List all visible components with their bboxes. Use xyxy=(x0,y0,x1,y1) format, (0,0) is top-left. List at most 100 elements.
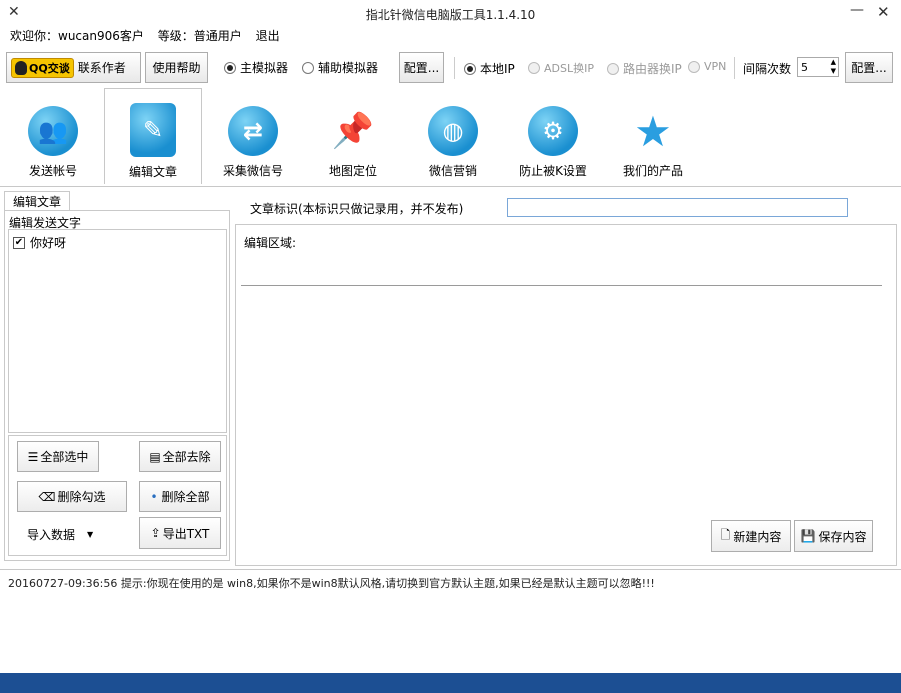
delete-all-button[interactable]: • 删除全部 xyxy=(139,481,221,512)
tab-edit-article[interactable]: ✎ 编辑文章 xyxy=(104,88,202,184)
gears-icon: ⚙ xyxy=(528,106,578,156)
remove-all-label: 全部去除 xyxy=(162,450,211,464)
contact-author-button[interactable]: QQ交谈 联系作者 xyxy=(6,52,141,83)
tab-our-products[interactable]: ★ 我们的产品 xyxy=(604,94,702,184)
left-panel: 编辑发送文字 ✔ 你好呀 ☰ 全部选中 ▤ 全部去除 ⌫ 删除勾选 • 删除全部 导入数… xyxy=(4,210,230,561)
new-content-button[interactable]: 🗋 新建内容 xyxy=(711,520,791,552)
taskbar xyxy=(0,673,901,693)
tab-anti-ban[interactable]: ⚙ 防止被K设置 xyxy=(504,94,602,184)
left-tab-edit-article[interactable]: 编辑文章 xyxy=(4,191,70,211)
qq-chat-icon: QQ交谈 xyxy=(11,57,74,78)
welcome-text: 欢迎你：wucan906客户 xyxy=(10,29,144,43)
info-bar: 欢迎你：wucan906客户 等级：普通用户 退出 xyxy=(10,27,290,44)
tab-label: 编辑文章 xyxy=(128,165,177,179)
local-ip-label: 本地IP xyxy=(480,62,515,76)
save-icon: 💾 xyxy=(800,529,816,543)
tab-label: 采集微信号 xyxy=(222,164,283,178)
tab-collect-wechat[interactable]: ⇄ 采集微信号 xyxy=(204,94,302,184)
tab-label: 发送帐号 xyxy=(28,164,77,178)
edit-area-label: 编辑区域: xyxy=(244,236,297,250)
router-ip-radio[interactable]: 路由器换IP xyxy=(607,60,682,77)
list-item-label: 你好呀 xyxy=(30,236,67,250)
new-file-icon: 🗋 xyxy=(720,527,731,542)
tab-wechat-marketing[interactable]: ◍ 微信营销 xyxy=(404,94,502,184)
export-txt-button[interactable]: ⇪ 导出TXT xyxy=(139,517,221,549)
import-dropdown[interactable]: 导入数据 ▼ xyxy=(27,526,93,543)
delete-checked-label: 删除勾选 xyxy=(57,490,106,504)
nav-tabbar: 👥 发送帐号 ✎ 编辑文章 ⇄ 采集微信号 📌 地图定位 ◍ 微信营销 ⚙ 防止… xyxy=(4,88,897,186)
delete-all-label: 删除全部 xyxy=(161,490,210,504)
radio-disabled-icon xyxy=(528,62,540,74)
select-all-button[interactable]: ☰ 全部选中 xyxy=(17,441,99,472)
interval-label: 间隔次数 xyxy=(743,62,792,76)
users-icon: 👥 xyxy=(28,106,78,156)
tab-label: 我们的产品 xyxy=(622,164,683,178)
new-content-label: 新建内容 xyxy=(733,529,782,544)
tab-map-location[interactable]: 📌 地图定位 xyxy=(304,94,402,184)
contact-label: 联系作者 xyxy=(77,61,126,75)
router-ip-label: 路由器换IP xyxy=(623,62,682,76)
status-divider xyxy=(0,569,901,570)
clear-icon: ▤ xyxy=(149,449,161,464)
select-all-icon: ☰ xyxy=(27,449,39,464)
export-label: 导出TXT xyxy=(162,526,210,541)
radio-disabled-icon xyxy=(607,62,619,75)
edit-icon: ✎ xyxy=(130,103,176,157)
local-ip-radio[interactable]: 本地IP xyxy=(464,60,515,77)
bullet-icon: • xyxy=(150,489,158,504)
edit-panel: 编辑区域: 🗋 新建内容 💾 保存内容 xyxy=(235,224,897,566)
simulator-config-button[interactable]: 配置... xyxy=(399,52,444,83)
edit-area[interactable] xyxy=(241,285,882,513)
vpn-label: VPN xyxy=(704,60,727,73)
tab-divider xyxy=(0,186,901,187)
article-tag-label: 文章标识(本标识只做记录用，并不发布) xyxy=(250,202,464,216)
main-simulator-radio[interactable]: 主模拟器 xyxy=(224,59,288,76)
logout-link[interactable]: 退出 xyxy=(256,29,280,43)
tab-label: 防止被K设置 xyxy=(519,164,587,178)
pin-icon: 📌 xyxy=(331,111,375,151)
star-icon: ★ xyxy=(634,106,672,156)
tab-label: 微信营销 xyxy=(428,164,477,178)
article-tag-input[interactable] xyxy=(507,198,848,217)
tab-send-account[interactable]: 👥 发送帐号 xyxy=(4,94,102,184)
globe-icon: ◍ xyxy=(428,106,478,156)
aux-simulator-label: 辅助模拟器 xyxy=(318,61,379,75)
spinner-arrows-icon[interactable]: ▲ ▼ xyxy=(831,58,836,76)
interval-value: 5 xyxy=(801,60,808,74)
eraser-icon: ⌫ xyxy=(38,489,56,504)
shuffle-icon: ⇄ xyxy=(228,106,278,156)
minimize-icon[interactable]: — xyxy=(850,2,864,18)
adsl-radio[interactable]: ADSL换IP xyxy=(528,60,594,76)
qq-label: QQ交谈 xyxy=(29,61,70,75)
help-button[interactable]: 使用帮助 xyxy=(145,52,208,83)
list-item[interactable]: ✔ 你好呀 xyxy=(13,234,66,251)
remove-all-button[interactable]: ▤ 全部去除 xyxy=(139,441,221,472)
main-simulator-label: 主模拟器 xyxy=(240,61,289,75)
radio-selected-icon xyxy=(464,62,476,75)
title-bar: ✕ 指北针微信电脑版工具1.1.4.10 — ✕ xyxy=(0,0,901,26)
delete-checked-button[interactable]: ⌫ 删除勾选 xyxy=(17,481,127,512)
text-list[interactable]: ✔ 你好呀 xyxy=(8,229,227,433)
radio-selected-icon xyxy=(224,61,236,74)
level-text: 等级：普通用户 xyxy=(157,29,242,43)
aux-simulator-radio[interactable]: 辅助模拟器 xyxy=(302,59,378,76)
dropdown-arrow-icon: ▼ xyxy=(87,530,94,539)
adsl-label: ADSL换IP xyxy=(544,62,594,75)
save-content-button[interactable]: 💾 保存内容 xyxy=(794,520,873,552)
export-icon: ⇪ xyxy=(150,526,161,540)
status-text: 20160727-09:36:56 提示:你现在使用的是 win8,如果你不是w… xyxy=(8,577,655,590)
radio-unselected-icon xyxy=(302,61,314,74)
divider xyxy=(454,57,455,79)
import-label: 导入数据 xyxy=(27,528,76,542)
radio-disabled-icon xyxy=(688,60,700,73)
save-content-label: 保存内容 xyxy=(818,529,867,544)
close-icon[interactable]: ✕ xyxy=(877,3,890,21)
tab-label: 地图定位 xyxy=(328,164,377,178)
window-title: 指北针微信电脑版工具1.1.4.10 xyxy=(365,8,536,22)
interval-spinner[interactable]: 5 ▲ ▼ xyxy=(797,57,839,77)
divider xyxy=(734,57,735,79)
vpn-radio[interactable]: VPN xyxy=(688,60,726,73)
interval-config-button[interactable]: 配置... xyxy=(845,52,893,83)
select-all-label: 全部选中 xyxy=(40,450,89,464)
checkbox-checked-icon[interactable]: ✔ xyxy=(13,236,25,249)
